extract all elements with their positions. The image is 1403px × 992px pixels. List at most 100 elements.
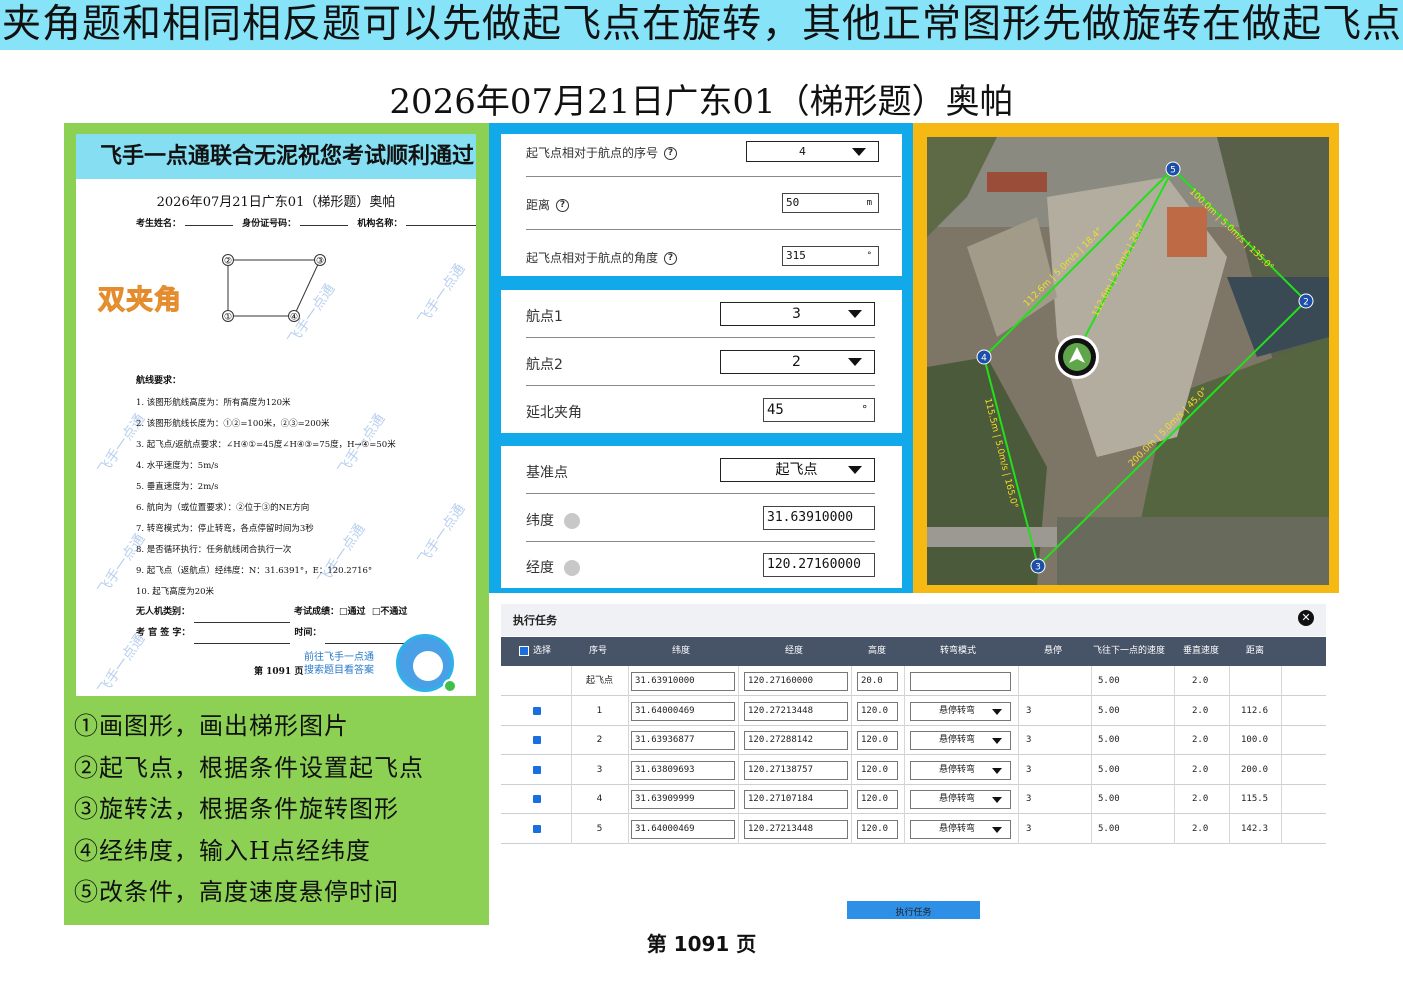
row-turn-mode-select[interactable]: 悬停转弯 [910, 731, 1011, 751]
north-angle-value: 45 [767, 402, 784, 418]
base-point-value: 起飞点 [775, 462, 818, 478]
col-hover: 悬停 [1044, 646, 1063, 656]
requirement-item: 9. 起飞点（返航点）经纬度：N：31.6391°，E：120.2716° [136, 566, 373, 576]
base-point-select[interactable]: 起飞点 [720, 458, 875, 482]
row-alt-input[interactable]: 120.0 [857, 760, 898, 780]
satellite-map[interactable]: 100.0m | 5.0m/s | 135.0° 112.6m | 5.0m/s… [927, 137, 1329, 585]
chevron-down-icon [848, 310, 862, 318]
row-lon-input[interactable]: 120.27107184 [744, 790, 848, 810]
requirement-item: 7. 转弯模式为：停止转弯，各点停留时间为3秒 [136, 524, 314, 534]
paper-banner: 飞手一点通联合无泥祝您考试顺利通过 [76, 134, 476, 179]
paper-title: 2026年07月21日广东01（梯形题）奥帕 [156, 195, 396, 210]
row-lat-input[interactable]: 31.63936877 [631, 731, 735, 751]
row-lat-input[interactable]: 31.63910000 [631, 672, 735, 691]
row-lat-input[interactable]: 31.64000469 [631, 701, 735, 721]
row-lon-input[interactable]: 120.27213448 [744, 701, 848, 721]
angle-unit: ° [866, 251, 872, 261]
requirement-item: 6. 航向为（或位置要求）：②位于③的NE方向 [136, 503, 310, 513]
seq-label: 起飞点相对于航点的序号 [526, 146, 659, 160]
distance-value: 50 [786, 196, 800, 209]
waypoint2-select[interactable]: 2 [720, 350, 875, 374]
chevron-down-icon [992, 767, 1002, 774]
row-alt-input[interactable]: 120.0 [857, 790, 898, 810]
row-distance: 200.0 [1241, 764, 1269, 775]
row-hover: 3 [1026, 824, 1032, 834]
angle-input[interactable]: 315 ° [782, 246, 879, 266]
row-speed: 5.00 [1098, 764, 1120, 775]
chevron-down-icon [848, 358, 862, 366]
row-turn-mode-select[interactable]: 悬停转弯 [910, 701, 1011, 721]
north-angle-input[interactable]: 45 ° [763, 398, 875, 422]
step-item: ②起飞点，根据条件设置起飞点 [74, 753, 424, 782]
longitude-input[interactable]: 120.27160000 [763, 553, 875, 577]
row-turn-mode-select[interactable]: 悬停转弯 [910, 820, 1011, 839]
row-speed: 5.00 [1098, 824, 1120, 834]
row-lat-input[interactable]: 31.63809693 [631, 760, 735, 780]
chevron-down-icon [992, 827, 1002, 833]
row-lon-input[interactable]: 120.27213448 [744, 820, 848, 839]
row-lon-input[interactable]: 120.27288142 [744, 731, 848, 751]
steps-list: ①画图形，画出梯形图片 ②起飞点，根据条件设置起飞点 ③旋转法，根据条件旋转图形… [74, 706, 424, 914]
waypoint2-value: 2 [792, 354, 801, 370]
fail-option: □不通过 [371, 607, 408, 617]
svg-text:2: 2 [1303, 298, 1309, 308]
seq-select[interactable]: 4 [746, 141, 879, 162]
row-seq: 2 [596, 735, 603, 746]
row-alt-input[interactable]: 120.0 [857, 731, 898, 751]
row-vspeed: 2.0 [1192, 735, 1209, 746]
row-seq: 1 [596, 705, 603, 716]
row-vspeed: 2.0 [1192, 705, 1209, 716]
row-vspeed: 2.0 [1192, 764, 1209, 775]
row-turn-mode-empty[interactable] [910, 672, 1011, 691]
angle-card: 航点1 3 航点2 2 延北夹角 45 ° [501, 290, 902, 433]
diagram-point-3: ③ [316, 257, 324, 267]
distance-input[interactable]: 50 m [782, 193, 879, 213]
latitude-input[interactable]: 31.63910000 [763, 506, 875, 530]
top-banner: 夹角题和相同相反题可以先做起飞点在旋转，其他正常图形先做旋转在做起飞点 [0, 0, 1403, 50]
row-alt-input[interactable]: 20.0 [857, 672, 898, 691]
help-icon[interactable]: ? [556, 199, 570, 212]
requirements-list: 1. 该图形航线高度为：所有高度为120米 2. 该图形航线长度为：①②=100… [136, 393, 396, 603]
field-id-label: 身份证号码： [242, 219, 297, 229]
chevron-down-icon [992, 797, 1002, 804]
table-row: 5 31.64000469 120.27213448 120.0 悬停转弯 3 5.00 2.… [501, 814, 1326, 844]
waypoint1-label: 航点1 [526, 309, 563, 325]
requirement-item: 4. 水平速度为：5m/s [136, 461, 219, 471]
watermark: 飞手一点通 [415, 261, 469, 328]
row-turn-mode-select[interactable]: 悬停转弯 [910, 760, 1011, 780]
uav-type-label: 无人机类别： [136, 607, 191, 617]
longitude-value: 120.27160000 [767, 557, 861, 572]
close-icon[interactable]: ✕ [1298, 610, 1314, 626]
row-alt-input[interactable]: 120.0 [857, 701, 898, 721]
help-icon[interactable]: ? [664, 147, 678, 160]
svg-text:3: 3 [1035, 563, 1041, 573]
north-angle-unit: ° [861, 403, 868, 416]
row-turn-mode-select[interactable]: 悬停转弯 [910, 790, 1011, 810]
execute-task-button[interactable]: 执行任务 [847, 901, 980, 919]
turn-mode-value: 悬停转弯 [939, 794, 976, 805]
north-angle-label: 延北夹角 [526, 405, 582, 421]
row-lat-input[interactable]: 31.64000469 [631, 820, 735, 839]
row-lon-input[interactable]: 120.27138757 [744, 760, 848, 780]
row-lat-input[interactable]: 31.63909999 [631, 790, 735, 810]
goto-text: 前往飞手一点通 搜索题目看答案 [304, 651, 374, 677]
pick-icon[interactable] [564, 560, 580, 576]
row-speed: 5.00 [1098, 705, 1120, 716]
requirements-title: 航线要求： [136, 376, 182, 386]
waypoint1-select[interactable]: 3 [720, 302, 875, 326]
select-all-checkbox[interactable] [519, 645, 529, 656]
table-row: 3 31.63809693 120.27138757 120.0 悬停转弯 3 5.00 2.… [501, 754, 1326, 785]
table-row: 4 31.63909999 120.27107184 120.0 悬停转弯 3 5.00 2.… [501, 784, 1326, 815]
requirement-item: 1. 该图形航线高度为：所有高度为120米 [136, 398, 291, 408]
turn-mode-value: 悬停转弯 [939, 764, 976, 775]
pick-icon[interactable] [564, 513, 580, 529]
row-hover: 3 [1026, 705, 1032, 716]
col-vspeed: 垂直速度 [1183, 646, 1220, 656]
qr-code [396, 634, 457, 693]
goto-line-1: 前往飞手一点通 [304, 652, 374, 663]
settings-panel: 起飞点相对于航点的序号? 4 距离? 50 m 起飞点相对于航点的角度? 315 °… [489, 123, 913, 593]
requirement-item: 3. 起飞点/返航点要求：∠H④①=45度∠H④③=75度，H→④=50米 [136, 440, 396, 450]
row-alt-input[interactable]: 120.0 [857, 820, 898, 839]
help-icon[interactable]: ? [664, 252, 678, 265]
row-lon-input[interactable]: 120.27160000 [744, 672, 848, 691]
